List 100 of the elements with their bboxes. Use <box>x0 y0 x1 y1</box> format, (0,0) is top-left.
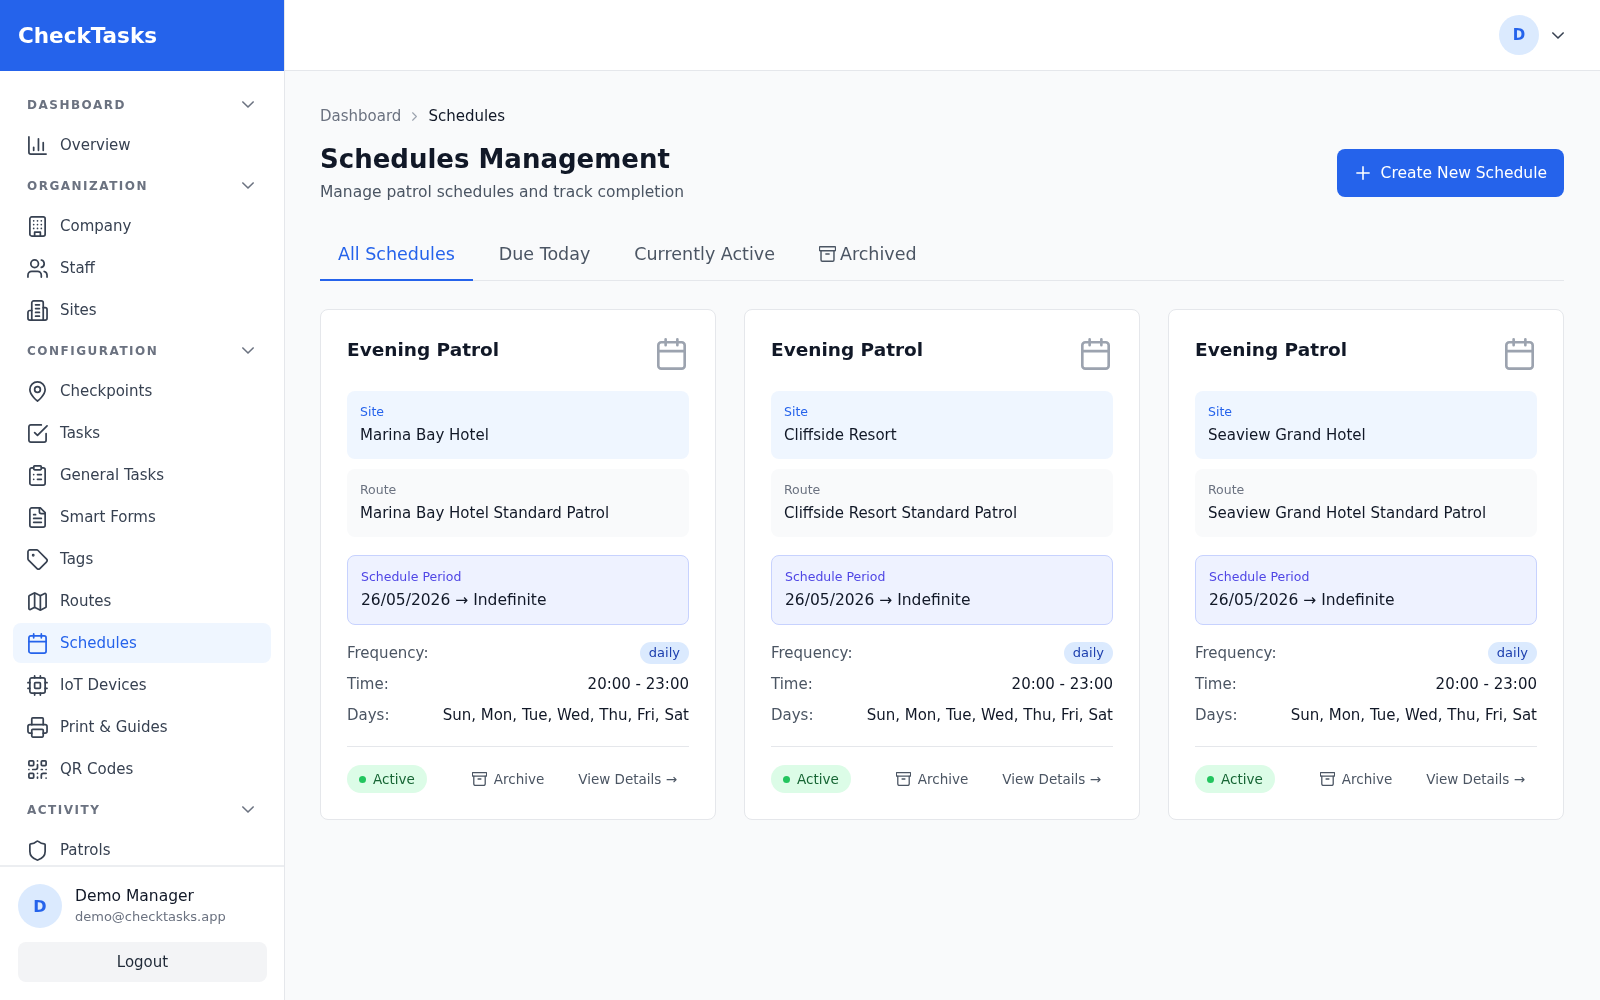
field-label: Schedule Period <box>361 568 463 586</box>
field-label: Days: <box>347 706 390 724</box>
clipboard-icon <box>27 464 48 486</box>
sidebar-item[interactable]: Overview <box>13 125 271 165</box>
frequency-badge: daily <box>639 642 689 664</box>
page-title: Schedules Management <box>320 143 671 176</box>
sidebar-item[interactable]: Tasks <box>13 413 271 453</box>
map-icon <box>27 590 48 612</box>
status-dot-icon <box>359 775 366 783</box>
sidebar-item[interactable]: QR Codes <box>13 749 271 789</box>
chevron-down-icon <box>242 347 254 354</box>
archive-icon <box>818 246 836 262</box>
building-icon <box>27 215 48 237</box>
archive-icon <box>471 772 487 786</box>
field-label: Frequency: <box>347 644 429 662</box>
field-label: Time: <box>1195 675 1237 693</box>
tab[interactable]: Due Today <box>480 229 609 281</box>
field-value: Cliffside Resort Standard Patrol <box>784 503 1019 524</box>
sidebar-item[interactable]: Staff <box>13 248 271 288</box>
calendar-icon <box>1505 338 1534 370</box>
field-label: Route <box>1208 481 1246 499</box>
archive-button[interactable]: Archive <box>1307 765 1405 793</box>
status-label: Active <box>1221 771 1263 787</box>
field-label: Time: <box>347 675 389 693</box>
field-value: 20:00 - 23:00 <box>587 675 689 693</box>
field-value: Cliffside Resort <box>784 425 898 446</box>
sidebar-item[interactable]: Smart Forms <box>13 497 271 537</box>
breadcrumb-current: Schedules <box>428 106 506 126</box>
view-details-link[interactable]: View Details → <box>566 765 689 793</box>
printer-icon <box>27 716 48 738</box>
tab[interactable]: Archived <box>800 229 935 281</box>
frequency-badge: daily <box>1063 642 1113 664</box>
chevron-down-icon <box>242 101 254 108</box>
field-value: 26/05/2026 → Indefinite <box>1209 590 1396 611</box>
checkbox-icon <box>27 422 48 444</box>
sidebar-item[interactable]: Patrols <box>13 830 271 865</box>
logout-button[interactable]: Logout <box>18 942 267 982</box>
user-name: Demo Manager <box>75 886 195 906</box>
field-value: 20:00 - 23:00 <box>1435 675 1537 693</box>
field-value: Sun, Mon, Tue, Wed, Thu, Fri, Sat <box>1290 706 1537 724</box>
frequency-badge: daily <box>1487 642 1537 664</box>
chevron-down-icon <box>242 182 254 189</box>
map-pin-icon <box>27 380 48 402</box>
qr-code-icon <box>27 758 48 780</box>
archive-icon <box>1319 772 1335 786</box>
status-label: Active <box>797 771 839 787</box>
field-value: 26/05/2026 → Indefinite <box>361 590 548 611</box>
field-label: Site <box>360 403 385 421</box>
sidebar-item[interactable]: Checkpoints <box>13 371 271 411</box>
field-value: Marina Bay Hotel Standard Patrol <box>360 503 611 524</box>
bar-chart-icon <box>27 134 48 156</box>
field-value: 20:00 - 23:00 <box>1011 675 1113 693</box>
sidebar-item[interactable]: Routes <box>13 581 271 621</box>
chip-icon <box>27 674 48 696</box>
field-value: Seaview Grand Hotel <box>1208 425 1367 446</box>
sidebar-item[interactable]: IoT Devices <box>13 665 271 705</box>
status-dot-icon <box>1207 775 1214 783</box>
avatar[interactable]: D <box>1499 15 1539 55</box>
shield-icon <box>27 839 48 861</box>
plus-icon <box>1355 165 1370 180</box>
archive-button[interactable]: Archive <box>459 765 557 793</box>
app-logo: CheckTasks <box>18 23 157 48</box>
view-details-link[interactable]: View Details → <box>1414 765 1537 793</box>
sidebar-item[interactable]: General Tasks <box>13 455 271 495</box>
breadcrumb-link[interactable]: Dashboard <box>320 106 402 126</box>
calendar-icon <box>1081 338 1110 370</box>
building-icon <box>27 299 48 321</box>
tab[interactable]: Currently Active <box>616 229 793 281</box>
card-title: Evening Patrol <box>1195 338 1348 362</box>
card-title: Evening Patrol <box>347 338 500 362</box>
section-header[interactable]: CONFIGURATION <box>13 331 271 370</box>
section-header[interactable]: ACTIVITY <box>13 790 271 829</box>
avatar: D <box>18 884 62 928</box>
view-details-link[interactable]: View Details → <box>990 765 1113 793</box>
sidebar-item[interactable]: Schedules <box>13 623 271 663</box>
chevron-right-icon <box>412 111 418 121</box>
chevron-down-icon[interactable] <box>1552 31 1564 39</box>
field-label: Schedule Period <box>785 568 887 586</box>
status-label: Active <box>373 771 415 787</box>
page-subtitle: Manage patrol schedules and track completion <box>320 182 685 203</box>
create-schedule-button[interactable]: Create New Schedule <box>1336 148 1564 197</box>
section-header[interactable]: ORGANIZATION <box>13 166 271 205</box>
sidebar-item[interactable]: Sites <box>13 290 271 330</box>
calendar-icon <box>657 338 686 370</box>
field-label: Site <box>1208 403 1233 421</box>
archive-button[interactable]: Archive <box>883 765 981 793</box>
section-header[interactable]: DASHBOARD <box>13 85 271 124</box>
sidebar-item[interactable]: Company <box>13 206 271 246</box>
field-label: Schedule Period <box>1209 568 1311 586</box>
field-label: Days: <box>771 706 814 724</box>
calendar-icon <box>27 632 48 654</box>
field-label: Site <box>784 403 809 421</box>
field-label: Days: <box>1195 706 1238 724</box>
tab[interactable]: All Schedules <box>320 229 473 281</box>
sidebar-item[interactable]: Print & Guides <box>13 707 271 747</box>
user-email: demo@checktasks.app <box>75 908 226 926</box>
field-label: Frequency: <box>1195 644 1277 662</box>
card-title: Evening Patrol <box>771 338 924 362</box>
sidebar-item[interactable]: Tags <box>13 539 271 579</box>
field-value: Sun, Mon, Tue, Wed, Thu, Fri, Sat <box>866 706 1113 724</box>
